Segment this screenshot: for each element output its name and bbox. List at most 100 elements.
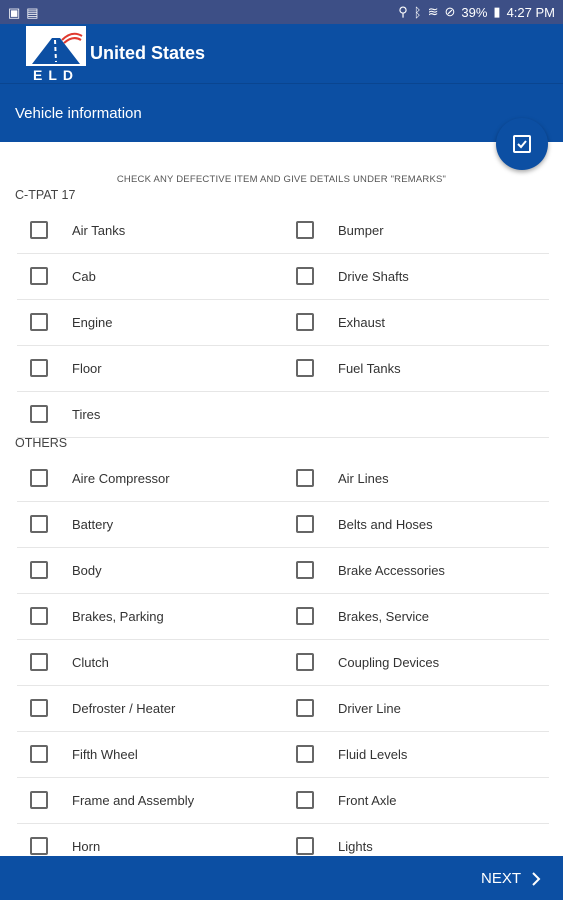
- checkbox[interactable]: [30, 515, 48, 533]
- checkbox[interactable]: [296, 653, 314, 671]
- location-icon: ⚲: [398, 4, 408, 19]
- checklist-item[interactable]: Brakes, Parking: [17, 594, 283, 640]
- checklist-item[interactable]: Frame and Assembly: [17, 778, 283, 824]
- checklist-item-label: Coupling Devices: [338, 655, 440, 670]
- checklist-item[interactable]: Driver Line: [283, 686, 549, 732]
- checklist-item-label: Brakes, Service: [338, 609, 430, 624]
- checklist-item-label: Body: [72, 563, 102, 578]
- checklist-item[interactable]: Aire Compressor: [17, 456, 283, 502]
- checklist-item-label: Horn: [72, 839, 101, 854]
- row-divider: [17, 437, 549, 438]
- dnd-icon: ⊘: [444, 4, 456, 19]
- checklist-item[interactable]: Floor: [17, 346, 283, 392]
- checklist-item[interactable]: Exhaust: [283, 300, 549, 346]
- checklist-item-label: Drive Shafts: [338, 269, 409, 284]
- checklist-item-label: Air Tanks: [72, 223, 126, 238]
- checklist-item[interactable]: Body: [17, 548, 283, 594]
- checklist-item-label: Tires: [72, 407, 101, 422]
- image-notification-icon: ▣: [8, 5, 21, 20]
- checkbox[interactable]: [296, 515, 314, 533]
- checkbox[interactable]: [30, 699, 48, 717]
- checklist-item[interactable]: Bumper: [283, 208, 549, 254]
- checklist-item[interactable]: Defroster / Heater: [17, 686, 283, 732]
- checklist-item[interactable]: Tires: [17, 392, 283, 438]
- checkbox[interactable]: [296, 313, 314, 331]
- checkbox[interactable]: [30, 267, 48, 285]
- checklist-item[interactable]: Brakes, Service: [283, 594, 549, 640]
- checkbox[interactable]: [30, 359, 48, 377]
- app-title: United States: [90, 43, 206, 63]
- checklist-item[interactable]: Fuel Tanks: [283, 346, 549, 392]
- checkbox[interactable]: [296, 267, 314, 285]
- checkbox[interactable]: [296, 561, 314, 579]
- app-bar: ELD United States Vehicle information: [0, 24, 563, 142]
- clock: 4:27 PM: [506, 4, 555, 20]
- checkbox[interactable]: [30, 607, 48, 625]
- checklist-item-label: Fluid Levels: [338, 747, 408, 762]
- chevron-right-icon: [532, 871, 541, 886]
- checkbox[interactable]: [296, 221, 314, 239]
- checklist-item-label: Fuel Tanks: [338, 361, 401, 376]
- app-bar-divider: [0, 83, 563, 84]
- checkbox[interactable]: [30, 745, 48, 763]
- checkbox[interactable]: [30, 791, 48, 809]
- checklist-item[interactable]: Fluid Levels: [283, 732, 549, 778]
- checklist-item-label: Frame and Assembly: [72, 793, 195, 808]
- checkbox[interactable]: [296, 359, 314, 377]
- checklist-item-label: Defroster / Heater: [72, 701, 176, 716]
- checklist-item[interactable]: Drive Shafts: [283, 254, 549, 300]
- section-title: OTHERS: [15, 436, 68, 450]
- checklist-item-label: Floor: [72, 361, 102, 376]
- svg-text:ELD: ELD: [33, 67, 79, 83]
- checklist-item-label: Air Lines: [338, 471, 389, 486]
- checkbox[interactable]: [296, 791, 314, 809]
- checkbox[interactable]: [30, 837, 48, 855]
- checkbox[interactable]: [30, 313, 48, 331]
- checklist-item-label: Fifth Wheel: [72, 747, 138, 762]
- checkbox[interactable]: [30, 221, 48, 239]
- checkbox[interactable]: [296, 699, 314, 717]
- checklist-item-label: Brakes, Parking: [72, 609, 164, 624]
- checklist-item[interactable]: Brake Accessories: [283, 548, 549, 594]
- checklist-item-label: Brake Accessories: [338, 563, 445, 578]
- bluetooth-icon: ᛒ: [413, 4, 422, 20]
- checklist-item[interactable]: Fifth Wheel: [17, 732, 283, 778]
- checklist-item[interactable]: Clutch: [17, 640, 283, 686]
- checklist-item-label: Aire Compressor: [72, 471, 170, 486]
- checklist-item[interactable]: Air Tanks: [17, 208, 283, 254]
- checkbox[interactable]: [296, 469, 314, 487]
- next-label: NEXT: [480, 870, 521, 887]
- checklist-item[interactable]: Battery: [17, 502, 283, 548]
- checklist-item[interactable]: Engine: [17, 300, 283, 346]
- checkbox[interactable]: [30, 405, 48, 423]
- checkbox[interactable]: [296, 837, 314, 855]
- checklist-item-label: Lights: [338, 839, 373, 854]
- checklist-item-label: Driver Line: [338, 701, 401, 716]
- checklist-item[interactable]: Cab: [17, 254, 283, 300]
- checkbox-checked-icon: [513, 135, 531, 153]
- checkbox[interactable]: [296, 745, 314, 763]
- check-all-button[interactable]: [496, 118, 548, 170]
- checklist-item[interactable]: Coupling Devices: [283, 640, 549, 686]
- battery-icon: ▮: [493, 4, 501, 19]
- checklist-item-label: Bumper: [338, 223, 384, 238]
- checklist-item-label: Belts and Hoses: [338, 517, 433, 532]
- checklist-item-label: Engine: [72, 315, 113, 330]
- checklist-item-label: Exhaust: [338, 315, 385, 330]
- checkbox[interactable]: [30, 561, 48, 579]
- checklist-item-label: Battery: [72, 517, 114, 532]
- checkbox[interactable]: [296, 607, 314, 625]
- checklist-item[interactable]: Belts and Hoses: [283, 502, 549, 548]
- instructions-text: CHECK ANY DEFECTIVE ITEM AND GIVE DETAIL…: [116, 174, 447, 185]
- storage-notification-icon: ▤: [26, 5, 39, 20]
- checklist-item[interactable]: Front Axle: [283, 778, 549, 824]
- section-title: C-TPAT 17: [15, 188, 76, 202]
- checklist-item[interactable]: Air Lines: [283, 456, 549, 502]
- bottom-bar: NEXT: [0, 856, 563, 900]
- next-button[interactable]: NEXT: [481, 870, 541, 887]
- checklist-item-label: Front Axle: [338, 793, 397, 808]
- checkbox[interactable]: [30, 469, 48, 487]
- checkbox[interactable]: [30, 653, 48, 671]
- checklist-item-label: Cab: [72, 269, 96, 284]
- checklist-item-label: Clutch: [72, 655, 109, 670]
